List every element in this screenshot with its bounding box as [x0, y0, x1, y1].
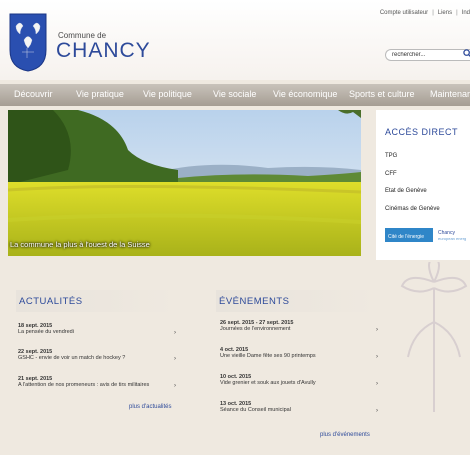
acces-direct-panel: ACCÈS DIRECT TPG CFF Etat de Genève Ciné…	[376, 110, 470, 260]
news-item[interactable]: 22 sept. 2015 GSHC - envie de voir un ma…	[18, 349, 178, 362]
news-title[interactable]: GSHC - envie de voir un match de hockey …	[18, 355, 178, 361]
separator: |	[432, 10, 434, 16]
separator: |	[456, 10, 458, 16]
top-links: Compte utilisateur | Liens | Ind	[380, 10, 470, 16]
user-account-link[interactable]: Compte utilisateur	[380, 10, 428, 16]
coat-of-arms-icon[interactable]	[8, 12, 48, 72]
event-title[interactable]: Séance du Conseil municipal	[220, 407, 380, 413]
chevron-right-icon: ›	[174, 356, 176, 362]
nav-item-vie-pratique[interactable]: Vie pratique	[76, 89, 124, 99]
links-link[interactable]: Liens	[438, 10, 452, 16]
event-item[interactable]: 26 sept. 2015 - 27 sept. 2015 Journées d…	[220, 320, 380, 333]
search-input[interactable]	[385, 49, 470, 61]
hero-image[interactable]: La commune la plus à l'ouest de la Suiss…	[8, 110, 361, 256]
lily-ornament-icon	[400, 262, 468, 412]
main-navigation: Découvrir Vie pratique Vie politique Vie…	[0, 84, 470, 106]
acces-direct-title: ACCÈS DIRECT	[385, 127, 459, 137]
nav-item-decouvrir[interactable]: Découvrir	[14, 89, 53, 99]
chevron-right-icon: ›	[376, 327, 378, 333]
cite-energie-label: Cité de l'énergie	[388, 234, 424, 240]
evenements-title: ÉVÉNEMENTS	[216, 290, 376, 312]
more-events-link[interactable]: plus d'événements	[320, 432, 370, 438]
more-news-link[interactable]: plus d'actualités	[129, 404, 172, 410]
link-cinemas-geneve[interactable]: Cinémas de Genève	[385, 206, 440, 212]
link-cff[interactable]: CFF	[385, 171, 397, 177]
chevron-right-icon: ›	[174, 330, 176, 336]
site-header: Commune de CHANCY Compte utilisateur | Lie…	[0, 0, 470, 80]
nav-item-vie-sociale[interactable]: Vie sociale	[213, 89, 256, 99]
nav-item-vie-politique[interactable]: Vie politique	[143, 89, 192, 99]
hero-caption: La commune la plus à l'ouest de la Suiss…	[10, 240, 150, 249]
cite-energie-logo[interactable]: Cité de l'énergie	[385, 228, 433, 242]
rapeseed-field-photo	[8, 110, 361, 256]
event-title[interactable]: Journées de l'environnement	[220, 326, 380, 332]
event-item[interactable]: 4 oct. 2015 Une vieille Dame fête ses 90…	[220, 347, 380, 360]
nav-item-sports-culture[interactable]: Sports et culture	[349, 89, 415, 99]
news-item[interactable]: 21 sept. 2015 A l'attention de nos prome…	[18, 376, 178, 389]
event-item[interactable]: 10 oct. 2015 Vide grenier et souk aux jo…	[220, 374, 380, 387]
chevron-right-icon: ›	[376, 381, 378, 387]
chevron-right-icon: ›	[376, 354, 378, 360]
news-item[interactable]: 18 sept. 2015 La pensée du vendredi ›	[18, 323, 178, 336]
cite-energie-text: Chancy european energ	[438, 230, 466, 242]
site-title[interactable]: CHANCY	[56, 39, 151, 63]
cite-energie-sub: european energ	[438, 236, 467, 241]
nav-item-maintenance[interactable]: Maintenar	[430, 89, 470, 99]
news-title[interactable]: La pensée du vendredi	[18, 329, 178, 335]
event-title[interactable]: Une vieille Dame fête ses 90 printemps	[220, 353, 380, 359]
search-icon[interactable]	[463, 49, 470, 61]
event-item[interactable]: 13 oct. 2015 Séance du Conseil municipal…	[220, 401, 380, 414]
news-title[interactable]: A l'attention de nos promeneurs : avis d…	[18, 382, 178, 388]
link-tpg[interactable]: TPG	[385, 153, 397, 159]
link-etat-geneve[interactable]: Etat de Genève	[385, 188, 427, 194]
chevron-right-icon: ›	[174, 383, 176, 389]
chevron-right-icon: ›	[376, 408, 378, 414]
index-link[interactable]: Ind	[462, 10, 470, 16]
actualites-title: ACTUALITÉS	[16, 290, 176, 312]
nav-item-vie-economique[interactable]: Vie économique	[273, 89, 337, 99]
event-title[interactable]: Vide grenier et souk aux jouets d'Avully	[220, 380, 380, 386]
